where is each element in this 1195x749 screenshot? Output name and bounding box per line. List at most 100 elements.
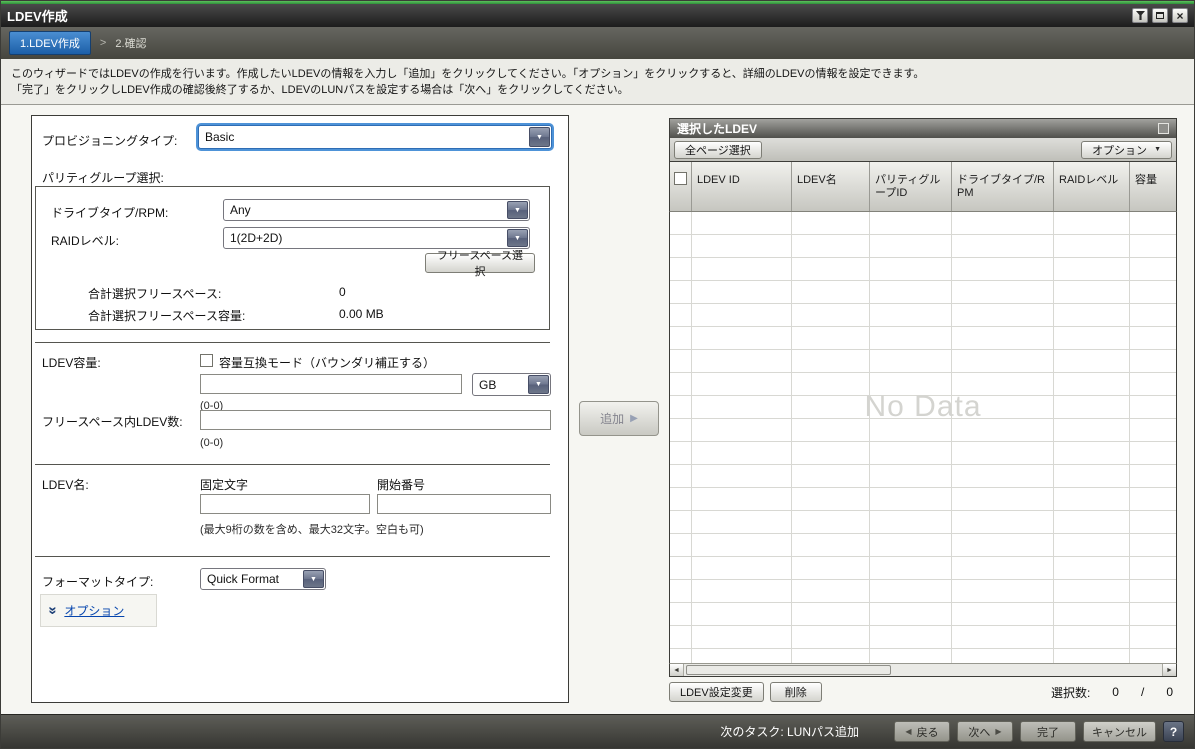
table-cell [952, 327, 1054, 349]
wizard-description: このウィザードではLDEVの作成を行います。作成したいLDEVの情報を入力し「追… [1, 59, 1194, 105]
back-button-label: 戻る [917, 724, 939, 740]
table-cell [1130, 649, 1176, 663]
table-cell [870, 534, 952, 556]
next-button[interactable]: 次へ ▶ [957, 721, 1013, 742]
table-cell [792, 327, 870, 349]
table-cell [1130, 442, 1176, 464]
column-header-capacity[interactable]: 容量 [1130, 162, 1176, 211]
help-button[interactable]: ? [1163, 721, 1184, 742]
fixed-text-input[interactable] [200, 494, 370, 514]
total-free-space-label: 合計選択フリースペース: [88, 285, 221, 302]
table-cell [792, 258, 870, 280]
total-count-value: 0 [1166, 685, 1173, 699]
step-separator-icon: > [100, 37, 106, 49]
panel-toolbar: 全ページ選択 オプション ▼ [669, 138, 1177, 162]
table-row [670, 534, 1176, 557]
panel-options-button[interactable]: オプション ▼ [1081, 141, 1172, 159]
finish-button[interactable]: 完了 [1020, 721, 1076, 742]
raid-level-select[interactable]: 1(2D+2D) ▼ [223, 227, 530, 249]
step-2-confirm: 2.確認 [115, 35, 146, 51]
capacity-input[interactable] [200, 374, 462, 394]
horizontal-scrollbar[interactable]: ◄ ► [669, 663, 1177, 677]
scrollbar-thumb[interactable] [686, 665, 891, 675]
table-cell [952, 488, 1054, 510]
table-cell [870, 626, 952, 648]
table-cell [670, 511, 692, 533]
table-cell [952, 350, 1054, 372]
table-cell [1054, 258, 1130, 280]
capacity-compat-checkbox[interactable] [200, 354, 213, 367]
table-cell [1054, 235, 1130, 257]
delete-button[interactable]: 削除 [770, 682, 822, 702]
column-header-parity-group-id[interactable]: パリティグループID [870, 162, 952, 211]
table-cell [870, 304, 952, 326]
table-cell [952, 557, 1054, 579]
capacity-unit-select[interactable]: GB ▼ [472, 373, 551, 396]
table-cell [870, 580, 952, 602]
table-cell [870, 258, 952, 280]
table-cell [792, 580, 870, 602]
table-cell [792, 304, 870, 326]
panel-footer: LDEV設定変更 削除 選択数: 0 / 0 [669, 682, 1177, 702]
table-cell [870, 603, 952, 625]
table-cell [792, 649, 870, 663]
table-cell [670, 235, 692, 257]
next-button-label: 次へ [968, 724, 990, 740]
cancel-button[interactable]: キャンセル [1083, 721, 1156, 742]
close-button[interactable]: × [1172, 8, 1188, 23]
table-cell [1054, 304, 1130, 326]
table-row [670, 258, 1176, 281]
ldev-name-label: LDEV名: [42, 476, 89, 493]
options-link[interactable]: オプション [64, 602, 124, 619]
capacity-compat-label: 容量互換モード（バウンダリ補正する） [219, 354, 435, 371]
ldev-capacity-label: LDEV容量: [42, 354, 101, 371]
provisioning-type-select[interactable]: Basic ▼ [198, 125, 552, 149]
column-header-drive-type[interactable]: ドライブタイプ/RPM [952, 162, 1054, 211]
filter-button[interactable] [1132, 8, 1148, 23]
table-cell [952, 442, 1054, 464]
format-type-select[interactable]: Quick Format ▼ [200, 568, 326, 590]
add-button[interactable]: 追加 ▶ [579, 401, 659, 436]
chevron-down-icon: ▼ [1154, 146, 1161, 153]
next-task-label: 次のタスク: LUNパス追加 [720, 723, 859, 740]
column-header-ldev-name[interactable]: LDEV名 [792, 162, 870, 211]
table-cell [692, 488, 792, 510]
capacity-unit-value: GB [473, 374, 527, 395]
table-cell [1054, 488, 1130, 510]
select-all-pages-button[interactable]: 全ページ選択 [674, 141, 762, 159]
scroll-right-icon[interactable]: ► [1162, 664, 1176, 676]
maximize-button[interactable] [1152, 8, 1168, 23]
table-row [670, 488, 1176, 511]
selected-count-value: 0 [1112, 685, 1119, 699]
start-number-input[interactable] [377, 494, 551, 514]
scroll-left-icon[interactable]: ◄ [670, 664, 684, 676]
table-cell [1130, 304, 1176, 326]
table-row [670, 511, 1176, 534]
ldev-count-input[interactable] [200, 410, 551, 430]
table-cell [792, 235, 870, 257]
table-cell [1054, 350, 1130, 372]
free-space-select-button[interactable]: フリースペース選択 [425, 253, 535, 273]
panel-options-label: オプション [1092, 142, 1147, 158]
description-line-2: 「完了」をクリックしLDEV作成の確認後終了するか、LDEVのLUNパスを設定す… [11, 82, 1184, 98]
table-row [670, 465, 1176, 488]
table-cell [670, 212, 692, 234]
panel-collapse-icon[interactable] [1158, 123, 1169, 134]
table-cell [670, 465, 692, 487]
column-header-ldev-id[interactable]: LDEV ID [692, 162, 792, 211]
ldev-settings-change-button[interactable]: LDEV設定変更 [669, 682, 764, 702]
total-free-capacity-value: 0.00 MB [339, 307, 384, 321]
select-all-checkbox[interactable] [674, 172, 687, 185]
table-cell [952, 465, 1054, 487]
back-button[interactable]: ◀ 戻る [894, 721, 950, 742]
drive-type-select[interactable]: Any ▼ [223, 199, 530, 221]
table-cell [670, 626, 692, 648]
step-1-ldev-create: 1.LDEV作成 [9, 31, 91, 55]
parity-group-select-label: パリティグループ選択: [42, 169, 164, 186]
parity-group-box: ドライブタイプ/RPM: Any ▼ RAIDレベル: 1(2D+2D) ▼ フ… [35, 186, 550, 330]
table-cell [670, 281, 692, 303]
column-header-raid-level[interactable]: RAIDレベル [1054, 162, 1130, 211]
options-expander[interactable]: » オプション [40, 594, 157, 627]
table-cell [870, 281, 952, 303]
table-row [670, 442, 1176, 465]
